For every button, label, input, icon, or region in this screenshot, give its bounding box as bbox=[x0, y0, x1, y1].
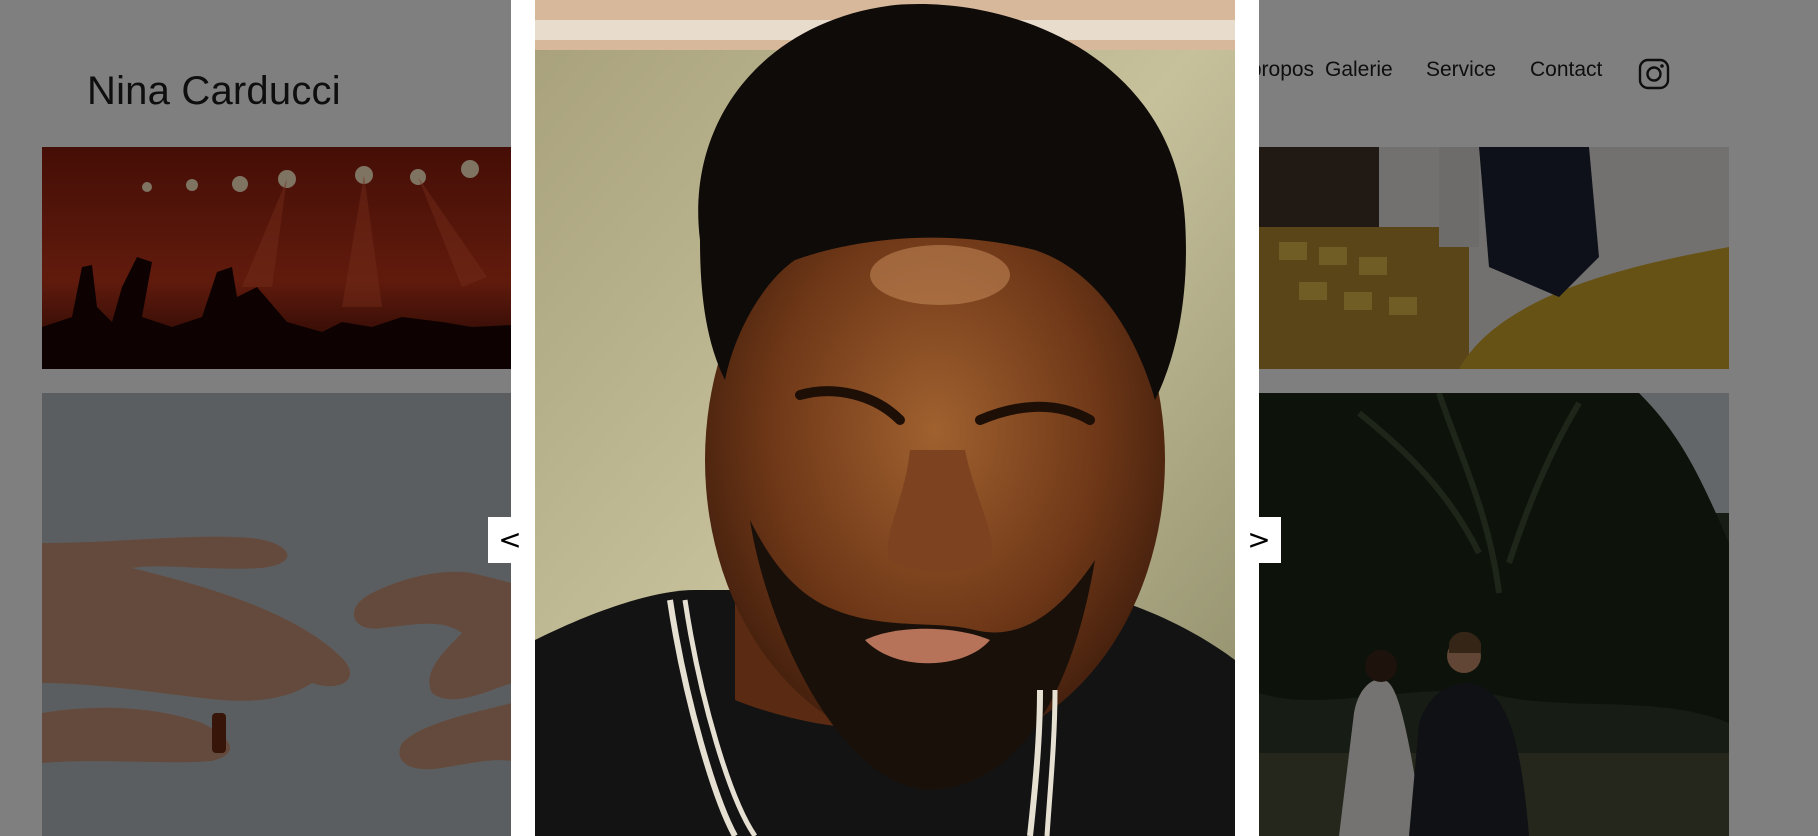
lightbox-prev-button[interactable]: < bbox=[488, 517, 532, 563]
lightbox-modal bbox=[511, 0, 1259, 836]
lightbox-next-button[interactable]: > bbox=[1237, 517, 1281, 563]
lightbox-image bbox=[535, 0, 1235, 836]
